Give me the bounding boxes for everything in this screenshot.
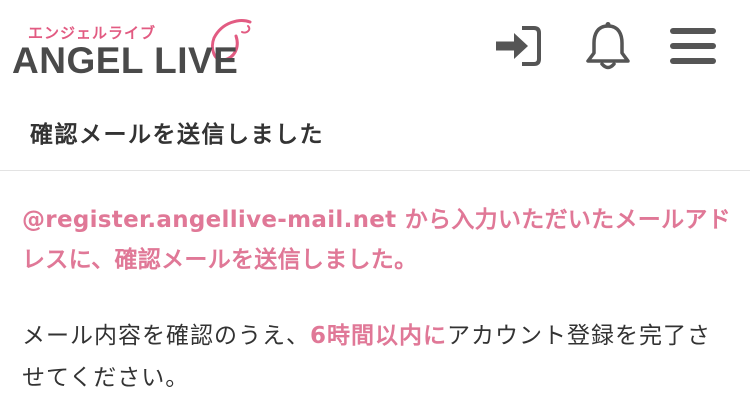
bell-icon: [586, 22, 630, 70]
instruction-text: メール内容を確認のうえ、6時間以内にアカウント登録を完了させてください。: [22, 315, 732, 399]
menu-button[interactable]: [664, 20, 720, 72]
app-header: エンジェルライブ ANGEL LIVE: [0, 0, 750, 88]
notifications-button[interactable]: [580, 20, 636, 72]
instruction-text-start: メール内容を確認のうえ、: [22, 323, 310, 349]
page-title: 確認メールを送信しました: [30, 122, 324, 148]
sent-notice: @register.angellive-mail.net から入力いただいたメー…: [22, 207, 731, 273]
page-title-bar: 確認メールを送信しました: [0, 100, 750, 171]
hamburger-menu-icon: [670, 28, 716, 64]
login-button[interactable]: [492, 20, 548, 72]
login-icon: [496, 26, 541, 66]
message-content: @register.angellive-mail.net から入力いただいたメー…: [22, 200, 732, 399]
time-limit-highlight: 6時間以内に: [310, 323, 448, 349]
angel-live-logo[interactable]: エンジェルライブ ANGEL LIVE: [12, 12, 262, 82]
logo-wordmark: ANGEL LIVE: [12, 40, 239, 81]
